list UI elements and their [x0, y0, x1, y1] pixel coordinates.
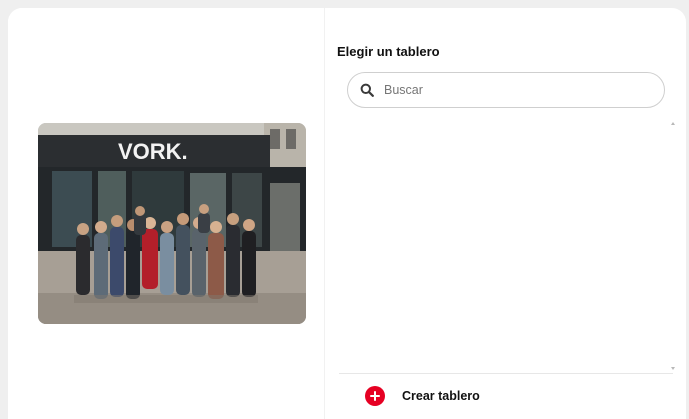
plus-circle-icon [365, 386, 385, 406]
search-icon [360, 82, 376, 98]
board-list[interactable] [339, 120, 673, 372]
board-picker-title: Elegir un tablero [337, 44, 440, 59]
board-picker: Elegir un tablero Crear tablero [325, 8, 686, 419]
storefront-sign: VORK. [118, 139, 188, 164]
search-input[interactable] [382, 82, 656, 98]
pin-preview-pane: VORK. [8, 8, 324, 419]
footer-divider [339, 373, 673, 374]
scroll-down-arrow-icon[interactable] [671, 367, 675, 370]
board-list-scrollbar[interactable] [669, 120, 677, 372]
scroll-up-arrow-icon[interactable] [671, 122, 675, 125]
create-board-label: Crear tablero [402, 389, 480, 403]
search-box[interactable] [347, 72, 665, 108]
pin-image: VORK. [38, 123, 306, 324]
create-board-button[interactable]: Crear tablero [365, 384, 480, 408]
save-pin-modal: VORK. Elegir un tablero Buscar Crear tab… [8, 8, 686, 419]
